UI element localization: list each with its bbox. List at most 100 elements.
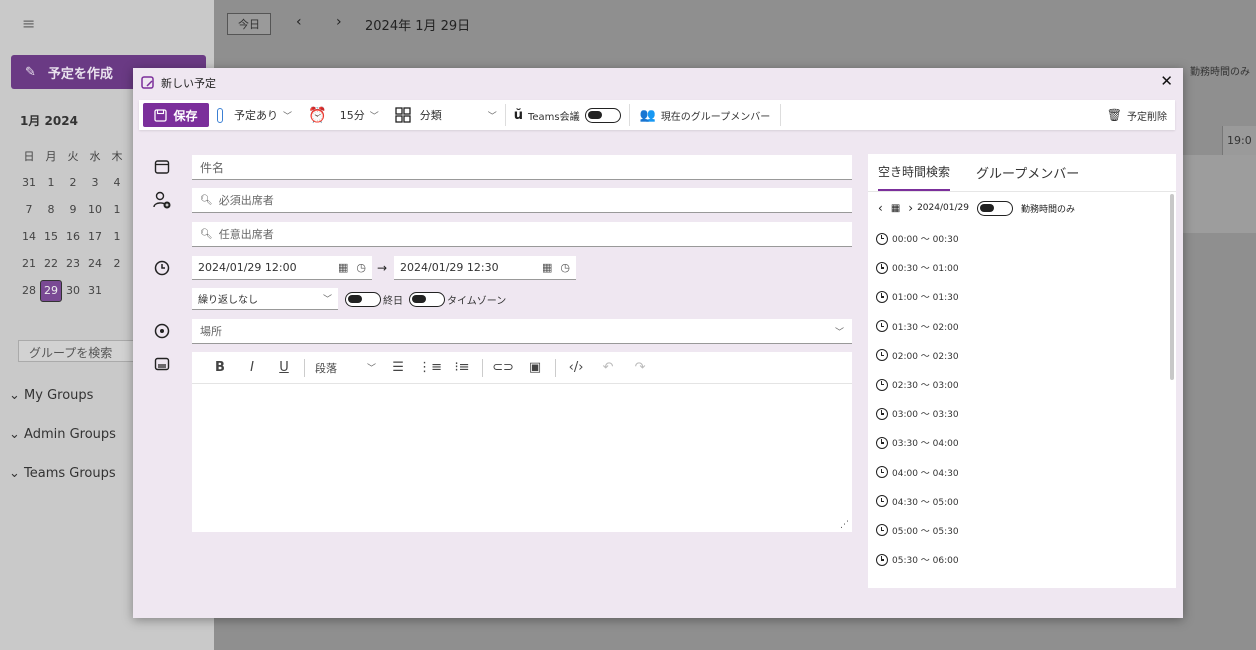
hamburger-menu-icon[interactable]: ≡ (22, 14, 35, 33)
image-icon[interactable]: ▣ (519, 360, 551, 375)
subject-input[interactable]: 件名 (192, 155, 852, 180)
time-slot[interactable]: 00:30 ～ 01:00 (868, 253, 1176, 282)
calendar-day[interactable]: 1 (40, 176, 62, 189)
time-slot[interactable]: 02:30 ～ 03:00 (868, 370, 1176, 399)
link-icon[interactable]: ⊂⊃ (487, 360, 519, 375)
underline-button[interactable]: U (268, 360, 300, 375)
required-attendees-input[interactable]: 🔍︎ 必須出席者 (192, 188, 852, 213)
weekday-label: 木 (111, 149, 123, 163)
time-slot[interactable]: 00:00 ～ 00:30 (868, 224, 1176, 253)
calendar-day[interactable]: 22 (40, 257, 62, 270)
calendar-day[interactable]: 8 (40, 203, 62, 216)
calendar-day[interactable]: 15 (40, 230, 62, 243)
location-input[interactable]: 場所 ﹀ (192, 319, 852, 344)
time-picker-icon[interactable]: ◷ (356, 261, 366, 274)
location-pin-icon (153, 322, 171, 340)
calendar-day[interactable]: 7 (18, 203, 40, 216)
time-slot[interactable]: 04:30 ～ 05:00 (868, 487, 1176, 516)
bold-button[interactable]: B (204, 360, 236, 375)
time-slot[interactable]: 05:30 ～ 06:00 (868, 545, 1176, 574)
calendar-day[interactable]: 1 (106, 203, 128, 216)
time-slot[interactable]: 04:00 ～ 04:30 (868, 458, 1176, 487)
delete-label: 予定削除 (1127, 111, 1167, 123)
chevron-down-icon: ﹀ (487, 111, 497, 122)
time-slot[interactable]: 03:00 ～ 03:30 (868, 399, 1176, 428)
calendar-day[interactable]: 9 (62, 203, 84, 216)
tab-group-members[interactable]: グループメンバー (976, 163, 1079, 191)
teams-toggle-switch[interactable] (584, 107, 621, 123)
resize-handle-icon[interactable]: ⋰ (840, 520, 849, 530)
align-icon[interactable]: ☰ (382, 360, 414, 375)
calendar-day[interactable]: 30 (62, 284, 84, 297)
clock-icon (876, 290, 888, 303)
paragraph-dropdown[interactable]: 段落 ﹀ (309, 360, 382, 376)
time-slot[interactable]: 03:30 ～ 04:00 (868, 428, 1176, 457)
end-datetime-input[interactable]: 2024/01/29 12:30 ▦ ◷ (394, 256, 576, 280)
all-day-toggle[interactable]: 終日 (345, 292, 403, 307)
calendar-day[interactable]: 31 (18, 176, 40, 189)
calendar-day[interactable]: 10 (84, 203, 106, 216)
timezone-toggle[interactable]: タイムゾーン (409, 292, 506, 307)
timezone-toggle-switch[interactable] (409, 292, 445, 307)
calendar-day[interactable]: 2 (62, 176, 84, 189)
time-slot[interactable]: 05:00 ～ 05:30 (868, 516, 1176, 545)
chevron-down-icon[interactable]: ﹀ (835, 325, 844, 338)
group-admin-groups[interactable]: ⌄ Admin Groups (9, 427, 116, 442)
code-icon[interactable]: ‹/› (560, 360, 592, 375)
calendar-day[interactable]: 14 (18, 230, 40, 243)
calendar-picker-icon[interactable]: ▦ (338, 261, 348, 274)
calendar-day[interactable]: 31 (84, 284, 106, 297)
repeat-select[interactable]: 繰り返しなし ﹀ (192, 288, 338, 310)
calendar-day-selected[interactable]: 29 (40, 279, 62, 302)
hour-column-header: 19:0 (1222, 126, 1256, 156)
today-button[interactable]: 今日 (227, 13, 271, 35)
prev-day-icon[interactable]: ‹ (296, 14, 302, 30)
calendar-picker-icon[interactable]: ▦ (542, 261, 552, 274)
work-hours-toggle-switch[interactable] (976, 200, 1013, 216)
reminder-dropdown[interactable]: ⏰ 15分 ﹀ (300, 100, 387, 130)
calendar-day[interactable]: 21 (18, 257, 40, 270)
redo-icon[interactable]: ↷ (624, 360, 656, 375)
bullet-list-icon[interactable]: ⁝≡ (446, 360, 478, 375)
delete-event-button[interactable]: 🗑 予定削除 (1099, 100, 1175, 130)
group-my-groups[interactable]: ⌄ My Groups (9, 388, 93, 403)
start-datetime-input[interactable]: 2024/01/29 12:00 ▦ ◷ (192, 256, 372, 280)
status-dropdown[interactable]: 予定あり ﹀ (209, 100, 300, 130)
numbered-list-icon[interactable]: ⋮≡ (414, 360, 446, 375)
optional-attendees-placeholder: 任意出席者 (218, 228, 274, 241)
description-editor[interactable]: B I U 段落 ﹀ ☰ ⋮≡ ⁝≡ ⊂⊃ ▣ ‹/› ↶ ↷ ⋰ (192, 352, 852, 532)
calendar-week-row: 28 29 30 31 (18, 277, 138, 304)
calendar-day[interactable]: 3 (84, 176, 106, 189)
next-day-icon[interactable]: › (336, 14, 342, 30)
undo-icon[interactable]: ↶ (592, 360, 624, 375)
calendar-day[interactable]: 16 (62, 230, 84, 243)
group-members-button[interactable]: 👥 現在のグループメンバー (630, 100, 781, 130)
time-slot[interactable]: 02:00 ～ 02:30 (868, 341, 1176, 370)
group-search-input[interactable]: グループを検索 (18, 340, 138, 362)
optional-attendees-input[interactable]: 🔍︎ 任意出席者 (192, 222, 852, 247)
category-dropdown[interactable]: 分類 ﹀ (387, 100, 505, 130)
save-button[interactable]: 保存 (143, 103, 209, 127)
time-slot[interactable]: 01:30 ～ 02:00 (868, 312, 1176, 341)
calendar-day[interactable]: 4 (106, 176, 128, 189)
calendar-day[interactable]: 23 (62, 257, 84, 270)
calendar-day[interactable]: 28 (18, 284, 40, 297)
subject-placeholder: 件名 (200, 160, 225, 175)
calendar-day[interactable]: 24 (84, 257, 106, 270)
group-label: Teams Groups (24, 466, 116, 481)
italic-button[interactable]: I (236, 360, 268, 375)
calendar-day[interactable]: 2 (106, 257, 128, 270)
close-icon[interactable]: ✕ (1160, 72, 1173, 90)
group-teams-groups[interactable]: ⌄ Teams Groups (9, 466, 116, 481)
all-day-toggle-switch[interactable] (345, 292, 381, 307)
tab-free-time[interactable]: 空き時間検索 (878, 163, 951, 191)
calendar-day[interactable]: 17 (84, 230, 106, 243)
prev-day-icon[interactable]: ‹ (878, 201, 883, 215)
calendar-picker-icon[interactable]: ▦ (891, 203, 900, 214)
time-picker-icon[interactable]: ◷ (560, 261, 570, 274)
calendar-day[interactable]: 1 (106, 230, 128, 243)
time-slot[interactable]: 01:00 ～ 01:30 (868, 282, 1176, 311)
teams-meeting-toggle[interactable]: ŭ Teams会議 (506, 100, 629, 130)
next-day-icon[interactable]: › (908, 201, 913, 215)
scrollbar[interactable] (1170, 194, 1174, 380)
